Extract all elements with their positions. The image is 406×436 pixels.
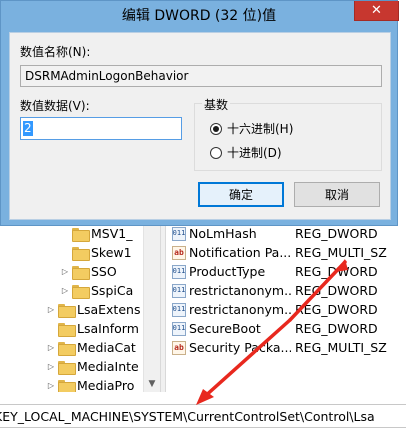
tree-item-label: MediaCat — [77, 340, 136, 355]
folder-icon — [72, 265, 90, 280]
dword-icon: 011 — [172, 283, 186, 298]
radio-decimal[interactable]: 十进制(D) — [210, 144, 282, 161]
key-tree-pane: MSV1_ Skew1 ▷ SSO ▷ SspiCa ▷ LsaExtens L… — [0, 224, 160, 392]
status-bar: KEY_LOCAL_MACHINE\SYSTEM\CurrentControlS… — [0, 404, 406, 428]
radio-unselected-icon[interactable] — [210, 146, 222, 159]
close-button[interactable]: ✕ — [354, 1, 399, 21]
dword-icon: 011 — [172, 302, 186, 317]
folder-icon — [58, 322, 76, 337]
tree-item-label: LsaInform — [77, 321, 139, 336]
folder-icon — [58, 303, 76, 318]
value-type: REG_DWORD — [295, 264, 378, 279]
dword-icon: 011 — [172, 321, 186, 336]
folder-icon — [72, 227, 90, 242]
value-name: Notification Pa... — [189, 245, 291, 260]
expand-arrow-icon[interactable]: ▷ — [46, 381, 56, 390]
tree-item-sspica[interactable]: ▷ SspiCa — [60, 281, 133, 300]
value-row[interactable]: 011 restrictanonym... REG_DWORD — [172, 281, 378, 300]
tree-item-mediainte[interactable]: ▷ MediaInte — [46, 357, 139, 376]
value-name: Security Packa... — [189, 340, 291, 355]
ok-button[interactable]: 确定 — [198, 182, 284, 207]
tree-item-msv1[interactable]: MSV1_ — [60, 224, 132, 243]
base-label: 基数 — [202, 96, 231, 113]
value-type: REG_MULTI_SZ — [295, 245, 387, 260]
value-type: REG_DWORD — [295, 321, 378, 336]
expand-arrow-icon[interactable]: ▷ — [60, 286, 70, 295]
edit-dword-dialog: 编辑 DWORD (32 位)值 ✕ 数值名称(N): DSRMAdminLog… — [0, 0, 399, 226]
value-type: REG_DWORD — [295, 226, 378, 241]
tree-item-label: LsaExtens — [77, 302, 141, 317]
tree-item-label: Skew1 — [91, 245, 132, 260]
string-icon: ab — [172, 340, 186, 355]
value-row[interactable]: 011 SecureBoot REG_DWORD — [172, 319, 378, 338]
folder-icon — [72, 246, 90, 261]
registry-path: KEY_LOCAL_MACHINE\SYSTEM\CurrentControlS… — [0, 408, 375, 424]
value-name-label: 数值名称(N): — [20, 45, 91, 59]
dialog-body: 数值名称(N): DSRMAdminLogonBehavior 数值数据(V):… — [9, 32, 391, 220]
value-row[interactable]: 011 NoLmHash REG_DWORD — [172, 224, 378, 243]
tree-item-label: MediaInte — [77, 359, 139, 374]
value-row[interactable]: ab Notification Pa... REG_MULTI_SZ — [172, 243, 387, 262]
dialog-title: 编辑 DWORD (32 位)值 — [121, 8, 277, 24]
string-icon: ab — [172, 245, 186, 260]
radio-selected-icon[interactable] — [210, 122, 222, 135]
values-list-pane: 011 NoLmHash REG_DWORD ab Notification P… — [166, 224, 406, 392]
tree-vertical-scrollbar[interactable]: ▼ — [143, 224, 160, 392]
radio-label: 十六进制(H) — [227, 122, 294, 136]
value-row[interactable]: ab Security Packa... REG_MULTI_SZ — [172, 338, 387, 357]
value-name: restrictanonym... — [189, 302, 291, 317]
tree-item-skew1[interactable]: Skew1 — [60, 243, 132, 262]
value-data-input[interactable]: 2 — [20, 117, 182, 140]
expand-arrow-icon[interactable]: ▷ — [46, 343, 56, 352]
folder-icon — [58, 379, 76, 392]
close-icon: ✕ — [371, 3, 382, 18]
scroll-down-icon[interactable]: ▼ — [144, 375, 160, 392]
value-type: REG_DWORD — [295, 302, 378, 317]
radio-hexadecimal[interactable]: 十六进制(H) — [210, 120, 293, 137]
tree-item-mediapro[interactable]: ▷ MediaPro — [46, 376, 134, 392]
tree-item-lsaextens[interactable]: ▷ LsaExtens — [46, 300, 140, 319]
value-data-text: 2 — [23, 121, 33, 136]
tree-item-label: SspiCa — [91, 283, 134, 298]
value-row[interactable]: 011 restrictanonym... REG_DWORD — [172, 300, 378, 319]
folder-icon — [58, 341, 76, 356]
folder-icon — [58, 360, 76, 375]
tree-item-sso[interactable]: ▷ SSO — [60, 262, 117, 281]
tree-item-label: MSV1_ — [91, 226, 133, 241]
dialog-titlebar[interactable]: 编辑 DWORD (32 位)值 — [1, 1, 397, 32]
tree-item-lsainform[interactable]: LsaInform — [46, 319, 139, 338]
value-data-label: 数值数据(V): — [20, 99, 90, 113]
value-name: SecureBoot — [189, 321, 261, 336]
tree-item-mediacat[interactable]: ▷ MediaCat — [46, 338, 136, 357]
dword-icon: 011 — [172, 226, 186, 241]
tree-item-label: MediaPro — [77, 378, 135, 392]
value-name: ProductType — [189, 264, 266, 279]
value-name-field: DSRMAdminLogonBehavior — [20, 65, 382, 87]
value-type: REG_DWORD — [295, 283, 378, 298]
tree-item-label: SSO — [91, 264, 117, 279]
expand-arrow-icon[interactable]: ▷ — [46, 362, 56, 371]
value-row[interactable]: 011 ProductType REG_DWORD — [172, 262, 378, 281]
value-name: NoLmHash — [189, 226, 257, 241]
expand-arrow-icon[interactable]: ▷ — [60, 267, 70, 276]
value-type: REG_MULTI_SZ — [295, 340, 387, 355]
folder-icon — [72, 284, 90, 299]
dword-icon: 011 — [172, 264, 186, 279]
value-name: restrictanonym... — [189, 283, 291, 298]
cancel-button[interactable]: 取消 — [294, 182, 380, 207]
expand-arrow-icon[interactable]: ▷ — [46, 305, 56, 314]
radio-label: 十进制(D) — [227, 146, 282, 160]
